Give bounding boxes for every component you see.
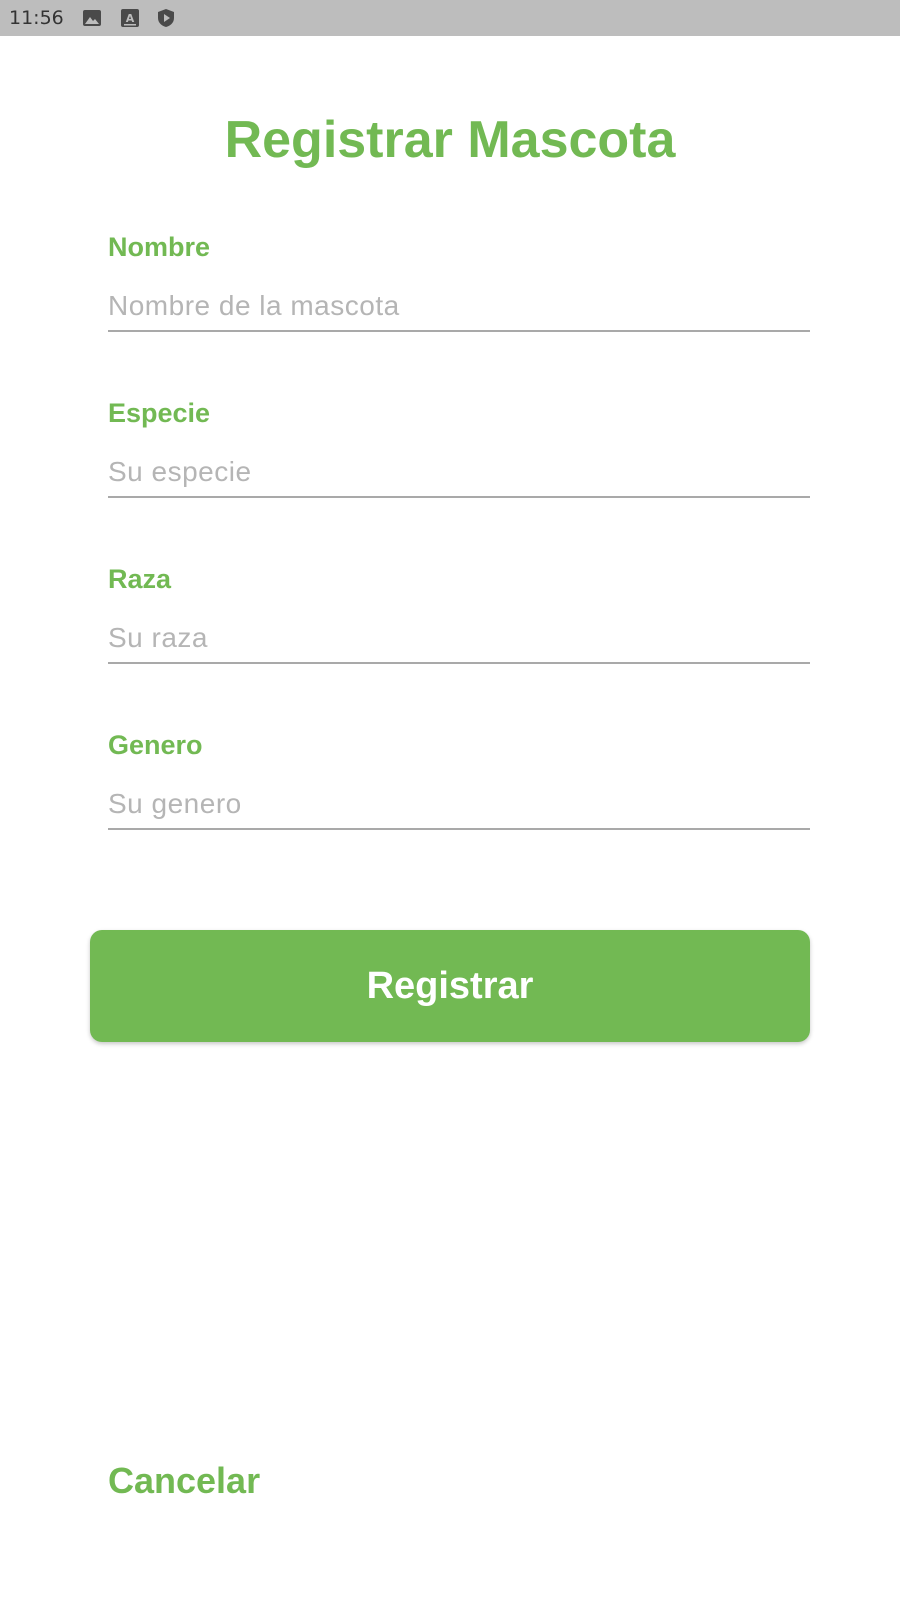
raza-input[interactable]	[108, 614, 810, 664]
page-title: Registrar Mascota	[224, 111, 676, 169]
svg-text:A: A	[126, 12, 135, 25]
field-raza: Raza	[108, 564, 810, 664]
especie-label: Especie	[108, 398, 211, 428]
status-time: 11:56	[9, 7, 64, 29]
register-button[interactable]: Registrar	[90, 930, 810, 1042]
field-nombre: Nombre	[108, 232, 810, 332]
nombre-label: Nombre	[108, 232, 211, 262]
genero-label: Genero	[108, 730, 203, 760]
field-especie: Especie	[108, 398, 810, 498]
keyboard-a-icon: A	[121, 9, 139, 27]
status-bar: 11:56 A	[0, 0, 900, 36]
field-genero: Genero	[108, 730, 810, 830]
shield-play-icon	[158, 9, 174, 27]
especie-input[interactable]	[108, 448, 810, 498]
image-icon	[83, 10, 101, 26]
nombre-input[interactable]	[108, 282, 810, 332]
genero-input[interactable]	[108, 780, 810, 830]
raza-label: Raza	[108, 564, 172, 594]
cancel-button[interactable]: Cancelar	[108, 1460, 260, 1502]
